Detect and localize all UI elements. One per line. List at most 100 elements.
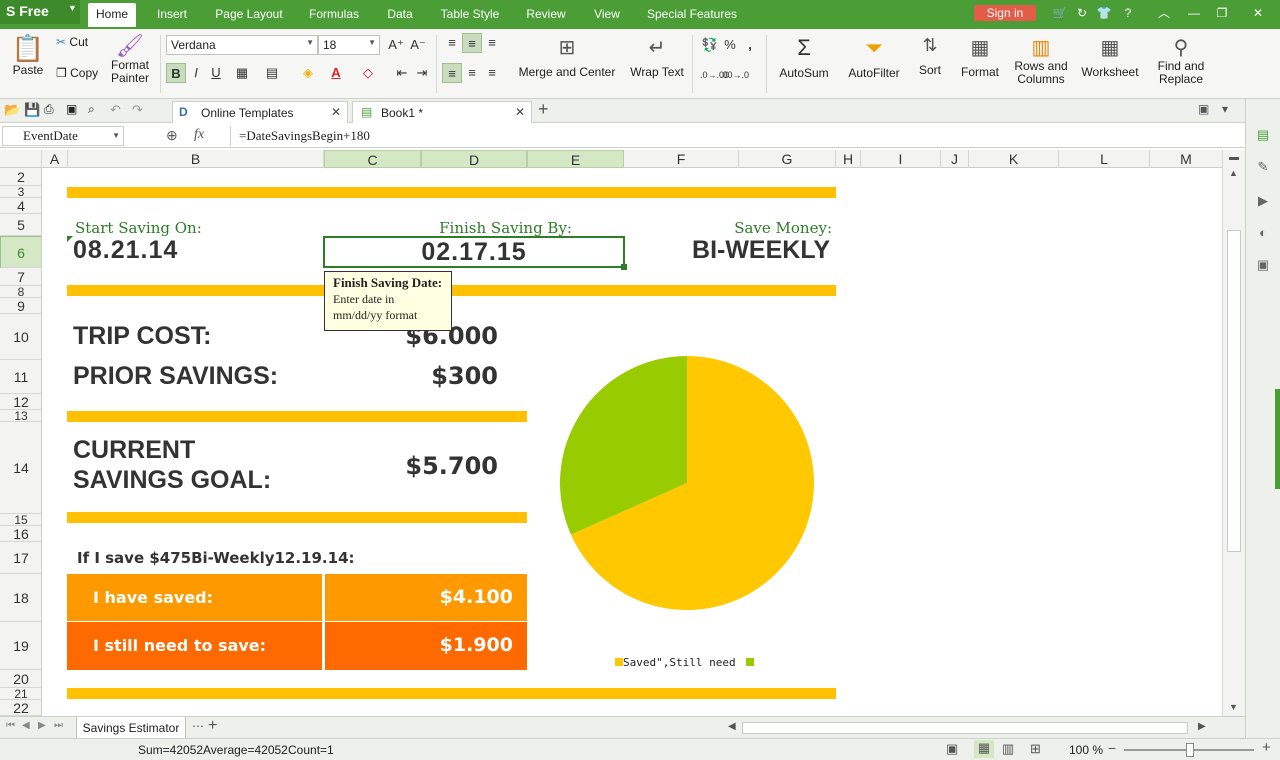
column-header-f[interactable]: F	[624, 150, 739, 168]
app-logo[interactable]: S Free ▼	[0, 0, 80, 24]
first-sheet-icon[interactable]: ⏮	[6, 720, 15, 731]
row-header[interactable]: 20	[0, 670, 41, 688]
column-header-b[interactable]: B	[68, 150, 324, 168]
save-icon[interactable]: 💾	[24, 102, 40, 118]
save-frequency-cell[interactable]: BI-WEEKLY	[642, 236, 830, 265]
fill-color-icon[interactable]: ◈	[298, 63, 318, 83]
minimize-icon[interactable]: —	[1186, 5, 1202, 21]
font-color-icon[interactable]: A	[326, 63, 346, 83]
fx-icon[interactable]: fx	[194, 127, 204, 143]
row-header[interactable]: 5	[0, 214, 41, 236]
refresh-icon[interactable]: ↻	[1074, 5, 1090, 21]
row-header[interactable]: 7	[0, 268, 41, 286]
column-header-m[interactable]: M	[1150, 150, 1222, 168]
rows-columns-button[interactable]: ▥ Rows and Columns	[1010, 35, 1072, 86]
open-folder-icon[interactable]: 📂	[4, 102, 20, 118]
cell-style-icon[interactable]: ▤	[262, 63, 282, 83]
align-center-icon[interactable]: ≡	[462, 63, 482, 83]
tab-menu-icon[interactable]: ▾	[1222, 102, 1228, 116]
format-button[interactable]: ▦ Format	[954, 35, 1006, 79]
select-icon[interactable]: ▶	[1254, 193, 1272, 211]
row-header[interactable]: 14	[0, 422, 41, 514]
full-screen-icon[interactable]: ⊞	[1030, 741, 1041, 757]
row-header[interactable]: 13	[0, 410, 41, 422]
print-icon[interactable]: ⎙	[44, 102, 54, 117]
vertical-scroll-thumb[interactable]	[1227, 230, 1241, 552]
borders-icon[interactable]: ▦	[232, 63, 252, 83]
tab-view[interactable]: View	[586, 3, 628, 27]
sign-in-button[interactable]: Sign in	[974, 5, 1036, 21]
select-all-corner[interactable]	[0, 150, 42, 168]
split-handle-icon[interactable]: ▬	[1229, 152, 1239, 163]
fill-handle[interactable]	[621, 264, 627, 270]
currency-icon[interactable]: 💱	[700, 35, 720, 55]
row-header[interactable]: 11	[0, 360, 41, 394]
column-header-d[interactable]: D	[421, 150, 527, 168]
autofilter-button[interactable]: ⏷ AutoFilter	[840, 35, 908, 80]
percent-button[interactable]: %	[720, 35, 740, 55]
font-size-select[interactable]: 18 ▼	[318, 35, 380, 55]
row-header[interactable]: 12	[0, 394, 41, 410]
bold-button[interactable]: B	[166, 63, 186, 83]
need-value-cell[interactable]: $1.900	[325, 622, 527, 670]
row-header[interactable]: 17	[0, 542, 41, 574]
underline-button[interactable]: U	[206, 63, 226, 83]
column-header-h[interactable]: H	[836, 150, 861, 168]
paste-button[interactable]: 📋 Paste	[8, 33, 48, 77]
window-mode-icon[interactable]: ▣	[1198, 102, 1209, 116]
zoom-in-icon[interactable]: +	[1262, 739, 1271, 756]
selected-cell[interactable]: 02.17.15	[323, 236, 627, 270]
row-header[interactable]: 19	[0, 622, 41, 670]
next-sheet-icon[interactable]: ▶	[38, 720, 46, 731]
style-icon[interactable]: ✎	[1254, 159, 1272, 177]
sheet-grid[interactable]: Start Saving On: 08.21.14 Finish Saving …	[42, 168, 1222, 716]
tab-insert[interactable]: Insert	[148, 3, 196, 27]
align-bottom-icon[interactable]: ≡	[482, 33, 502, 53]
format-painter-button[interactable]: 🖌 Format Painter	[108, 33, 152, 85]
collapse-ribbon-icon[interactable]: ︿	[1156, 5, 1172, 21]
increase-decimal-icon[interactable]: .0→.00	[700, 65, 729, 85]
scroll-right-icon[interactable]: ▶	[1198, 721, 1206, 732]
new-document-icon[interactable]: ▤	[1254, 127, 1272, 145]
last-sheet-icon[interactable]: ⏭	[54, 720, 63, 731]
tab-page-layout[interactable]: Page Layout	[210, 3, 288, 27]
reading-mode-icon[interactable]: ▣	[946, 741, 958, 757]
zoom-out-icon[interactable]: −	[1108, 740, 1116, 756]
align-right-icon[interactable]: ≡	[482, 63, 502, 83]
scroll-down-icon[interactable]: ▼	[1229, 702, 1238, 712]
row-header[interactable]: 2	[0, 168, 41, 186]
help-icon[interactable]: ?	[1120, 5, 1136, 21]
redo-icon[interactable]: ↷	[132, 102, 143, 118]
wrap-text-button[interactable]: ↵ Wrap Text	[626, 35, 688, 79]
row-header[interactable]: 15	[0, 514, 41, 526]
scroll-up-icon[interactable]: ▲	[1229, 168, 1238, 178]
zoom-level[interactable]: 100 %	[1069, 743, 1103, 757]
pdf-icon[interactable]: ▣	[66, 102, 77, 116]
align-left-icon[interactable]: ≡	[442, 63, 462, 83]
align-middle-icon[interactable]: ≡	[462, 33, 482, 53]
copy-button[interactable]: ❐ Copy	[56, 66, 106, 80]
zoom-slider-thumb[interactable]	[1186, 743, 1194, 757]
saved-value-cell[interactable]: $4.100	[325, 574, 527, 621]
tab-review[interactable]: Review	[520, 3, 572, 27]
merge-center-button[interactable]: ⊞ Merge and Center	[512, 35, 622, 79]
row-header[interactable]: 3	[0, 186, 41, 198]
align-top-icon[interactable]: ≡	[442, 33, 462, 53]
prior-savings-value[interactable]: $300	[372, 362, 498, 390]
tab-data[interactable]: Data	[380, 3, 420, 27]
page-break-view-icon[interactable]: ▥	[1002, 741, 1014, 757]
row-header[interactable]: 10	[0, 314, 41, 360]
cart-icon[interactable]: 🛒	[1052, 5, 1068, 21]
row-header[interactable]: 22	[0, 700, 41, 716]
row-header[interactable]: 21	[0, 688, 41, 700]
tab-table-style[interactable]: Table Style	[434, 3, 506, 27]
indent-icon[interactable]: ⇥	[412, 63, 432, 83]
backup-icon[interactable]: ▣	[1254, 257, 1272, 275]
comma-button[interactable]: ,	[740, 35, 760, 55]
print-preview-icon[interactable]: ⌕	[88, 102, 95, 117]
column-header-e[interactable]: E	[527, 150, 624, 168]
shirt-icon[interactable]: 👕	[1096, 5, 1112, 21]
new-tab-icon[interactable]: +	[538, 99, 549, 120]
shapes-icon[interactable]: ◐	[1254, 225, 1272, 243]
pane-toggle[interactable]	[1275, 389, 1280, 489]
